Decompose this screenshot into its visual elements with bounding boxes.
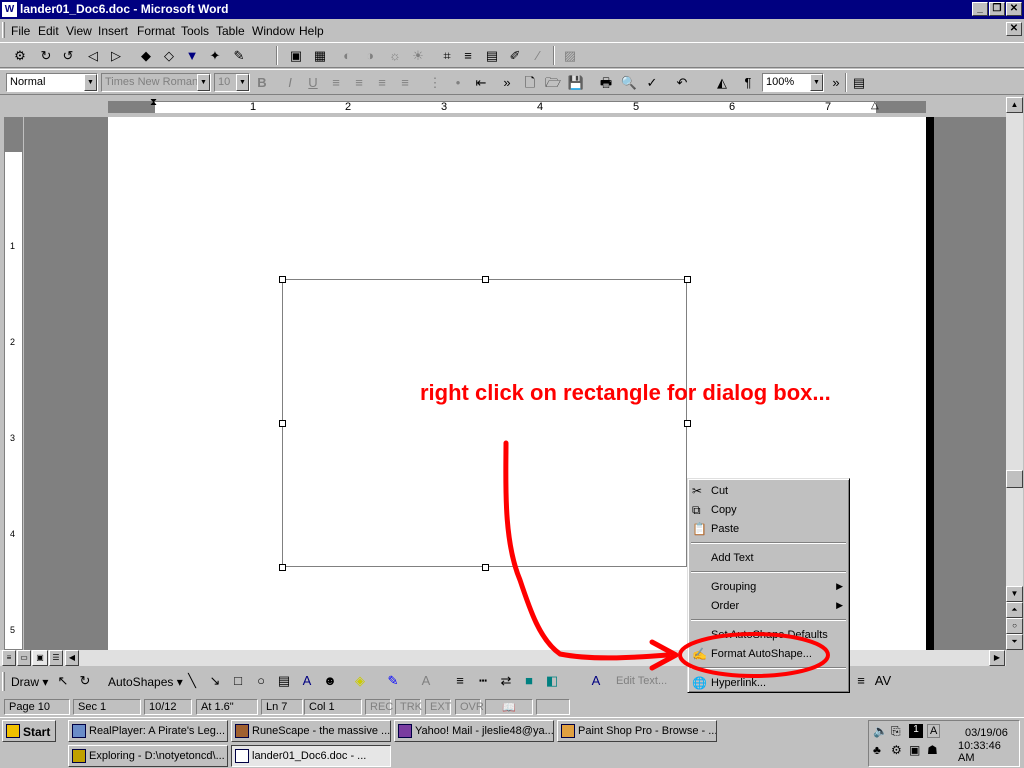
annotation-overlay <box>503 440 830 678</box>
annotation-arrow <box>503 440 671 661</box>
annotation-circle <box>678 632 830 678</box>
